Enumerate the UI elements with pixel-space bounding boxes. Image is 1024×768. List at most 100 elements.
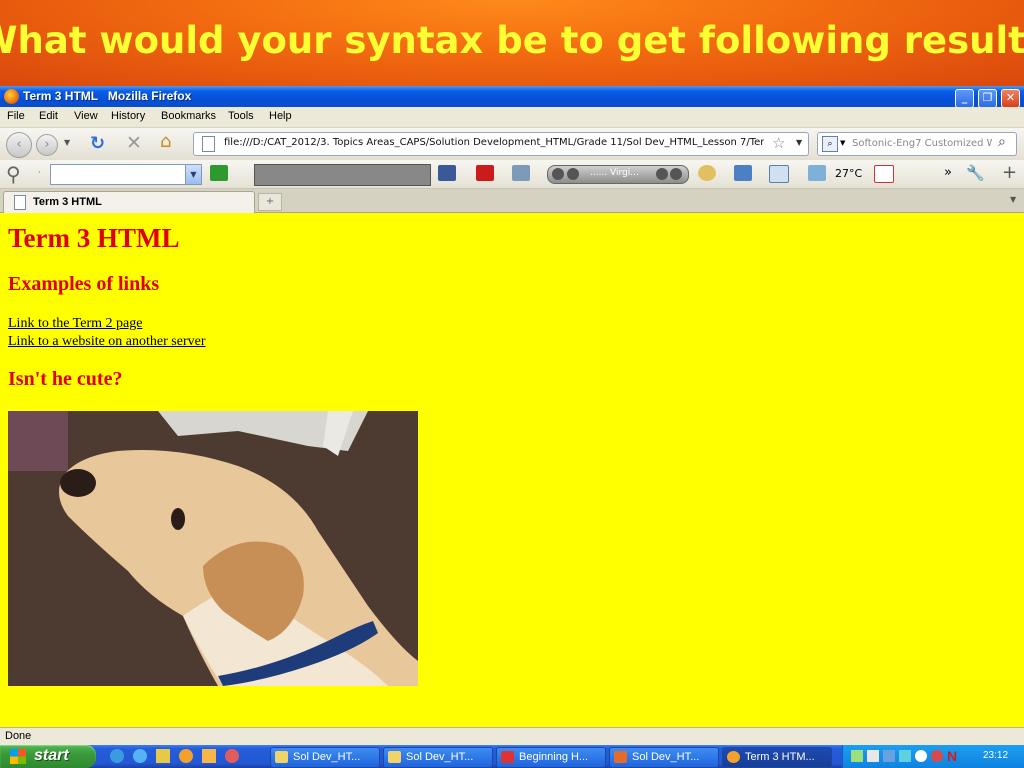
folder-icon: [275, 751, 288, 763]
start-label: start: [34, 747, 69, 764]
window-titlebar: Term 3 HTML Mozilla Firefox _ ❐ ✕: [0, 86, 1024, 108]
app-quicklaunch-icon[interactable]: [202, 749, 216, 763]
firefox-icon: [727, 751, 740, 763]
search-engine-icon[interactable]: ⌕: [822, 136, 838, 152]
chat-icon[interactable]: [698, 165, 716, 181]
temperature[interactable]: 27°C: [835, 167, 862, 180]
url-bar[interactable]: file:///D:/CAT_2012/3. Topics Areas_CAPS…: [193, 132, 809, 156]
network-icon[interactable]: [851, 750, 863, 762]
slide-title: What would your syntax be to get followi…: [0, 18, 1024, 62]
folder-icon: [388, 751, 401, 763]
facebook-icon[interactable]: [438, 165, 456, 181]
new-tab-button[interactable]: +: [258, 193, 282, 211]
status-bar: Done: [0, 727, 1024, 746]
tab-term3[interactable]: Term 3 HTML: [3, 191, 255, 213]
home-icon[interactable]: ⌂: [160, 131, 171, 152]
page-icon: [14, 195, 26, 210]
norton-icon[interactable]: N: [947, 748, 957, 764]
url-text[interactable]: file:///D:/CAT_2012/3. Topics Areas_CAPS…: [224, 137, 764, 148]
navigation-toolbar: ‹ › ▼ ↻ ✕ ⌂ file:///D:/CAT_2012/3. Topic…: [0, 128, 1024, 161]
combo-dropdown-icon[interactable]: ▼: [185, 165, 201, 184]
task-label: Sol Dev_HT...: [406, 751, 474, 763]
overflow-chevron-icon[interactable]: »: [944, 165, 952, 180]
tray-app-icon[interactable]: [899, 750, 911, 762]
dog-photo: [8, 411, 418, 686]
url-dropdown-icon[interactable]: ▼: [796, 138, 802, 147]
menu-help[interactable]: Help: [269, 110, 292, 122]
task-sol-dev-1[interactable]: Sol Dev_HT...: [270, 747, 380, 768]
tray-app-icon[interactable]: [931, 750, 943, 762]
menu-edit[interactable]: Edit: [39, 110, 58, 122]
wrench-icon[interactable]: 🔧: [966, 164, 985, 182]
search-quicklaunch-icon[interactable]: [133, 749, 147, 763]
pdf-icon: [501, 751, 514, 763]
add-toolbar-icon[interactable]: +: [1002, 162, 1017, 183]
menu-bookmarks[interactable]: Bookmarks: [161, 110, 216, 122]
speaker-icon[interactable]: [867, 750, 879, 762]
folder-icon[interactable]: [156, 749, 170, 763]
menu-tools[interactable]: Tools: [228, 110, 254, 122]
toolbar-grey-field[interactable]: [254, 164, 431, 186]
tab-label: Term 3 HTML: [33, 196, 102, 208]
media-player[interactable]: ...... Virgi...: [547, 165, 689, 184]
search-box[interactable]: ⌕ ▼ Softonic-Eng7 Customized We ⌕: [817, 132, 1017, 156]
bookmark-star-icon[interactable]: ☆: [772, 134, 785, 152]
stop-icon[interactable]: ✕: [126, 132, 142, 154]
task-sol-dev-2[interactable]: Sol Dev_HT...: [383, 747, 493, 768]
task-label: Term 3 HTM...: [745, 751, 815, 763]
tab-list-icon[interactable]: ▼: [1010, 195, 1016, 204]
task-label: Sol Dev_HT...: [293, 751, 361, 763]
dog-illustration: [8, 411, 418, 686]
page-content: Term 3 HTML Examples of links Link to th…: [0, 213, 1024, 727]
go-arrow-icon[interactable]: [210, 165, 228, 181]
ie-icon[interactable]: [110, 749, 124, 763]
weather-icon[interactable]: [808, 165, 826, 181]
tray-app-icon[interactable]: [883, 750, 895, 762]
close-button[interactable]: ✕: [1001, 89, 1020, 108]
media-quicklaunch-icon[interactable]: [225, 749, 239, 763]
news-icon[interactable]: [874, 165, 894, 183]
status-text: Done: [5, 730, 32, 742]
task-term3-html[interactable]: Term 3 HTM...: [722, 747, 832, 768]
tv-icon[interactable]: [734, 165, 752, 181]
links-subheading: Examples of links: [8, 273, 160, 295]
task-beginning-html[interactable]: Beginning H...: [496, 747, 606, 768]
toolbar-search-combo[interactable]: ▼: [50, 164, 202, 185]
search-input[interactable]: Softonic-Eng7 Customized We: [852, 138, 992, 149]
menu-bar: File Edit View History Bookmarks Tools H…: [0, 107, 1024, 128]
media-station: ...... Virgi...: [590, 168, 639, 178]
addon-toolbar: ⚲ · ▼ ...... Virgi... 27°C » 🔧 +: [0, 160, 1024, 189]
clock: 23:12: [983, 750, 1009, 761]
maximize-button[interactable]: ❐: [978, 89, 997, 108]
media-play-icon[interactable]: [567, 168, 579, 180]
windows-logo-icon: [10, 749, 26, 764]
reload-icon[interactable]: ↻: [90, 133, 105, 154]
back-button[interactable]: ‹: [6, 132, 32, 158]
youtube-icon[interactable]: [476, 165, 494, 181]
cute-subheading: Isn't he cute?: [8, 368, 123, 390]
link-external[interactable]: Link to a website on another server: [8, 334, 206, 350]
link-term2[interactable]: Link to the Term 2 page: [8, 316, 142, 332]
menu-file[interactable]: File: [7, 110, 25, 122]
forward-button[interactable]: ›: [36, 134, 58, 156]
menu-history[interactable]: History: [111, 110, 145, 122]
media-settings-icon[interactable]: [670, 168, 682, 180]
mail-icon[interactable]: [769, 165, 789, 183]
slide-header: What would your syntax be to get followi…: [0, 0, 1024, 86]
menu-view[interactable]: View: [74, 110, 98, 122]
tray-app-icon[interactable]: [915, 750, 927, 762]
task-sol-dev-ppt[interactable]: Sol Dev_HT...: [609, 747, 719, 768]
media-prev-icon[interactable]: [552, 168, 564, 180]
minimize-button[interactable]: _: [955, 89, 974, 108]
page-icon: [202, 136, 215, 152]
system-tray: N 23:12: [842, 745, 1024, 768]
search-engine-dropdown-icon[interactable]: ▼: [840, 139, 845, 147]
search-go-icon[interactable]: ⌕: [998, 134, 1006, 150]
firefox-quicklaunch-icon[interactable]: [179, 749, 193, 763]
volume-icon[interactable]: [656, 168, 668, 180]
history-dropdown-icon[interactable]: ▼: [64, 138, 70, 147]
task-label: Beginning H...: [519, 751, 589, 763]
games-icon[interactable]: [512, 165, 530, 181]
start-button[interactable]: start: [0, 745, 96, 768]
search-icon[interactable]: ⚲: [6, 162, 21, 186]
